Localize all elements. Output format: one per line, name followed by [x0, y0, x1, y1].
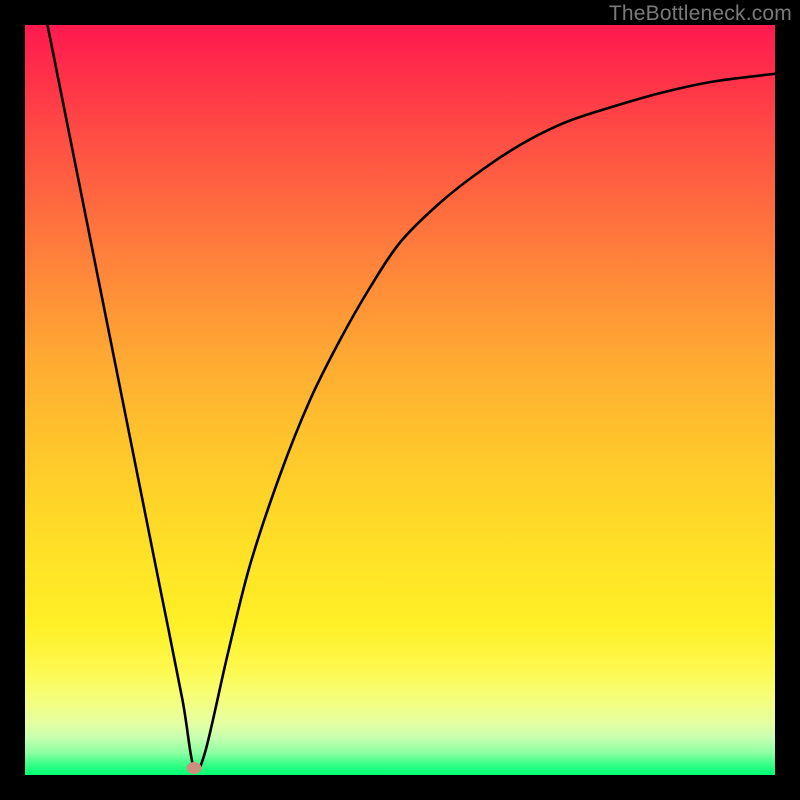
chart-frame: TheBottleneck.com [0, 0, 800, 800]
curve-svg [25, 25, 775, 775]
optimal-point-marker [186, 762, 201, 774]
plot-area [25, 25, 775, 775]
watermark-text: TheBottleneck.com [609, 2, 792, 26]
bottleneck-curve [48, 25, 776, 771]
